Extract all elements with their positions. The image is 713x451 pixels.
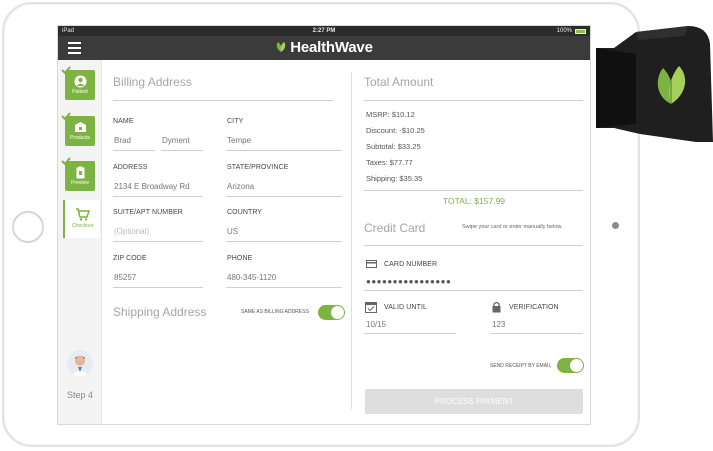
- step-label: Preview: [71, 180, 89, 186]
- credit-card-icon: [366, 260, 377, 268]
- zip-field[interactable]: 85257: [114, 273, 136, 282]
- toggle-knob: [570, 359, 583, 372]
- city-field[interactable]: Tempe: [227, 136, 251, 145]
- state-label: STATE/PROVINCE: [227, 164, 289, 171]
- person-icon: [74, 75, 86, 88]
- brand-name: HealthWave: [290, 39, 373, 56]
- phone-field[interactable]: 480-345-1120: [227, 273, 276, 282]
- divider: [364, 245, 583, 246]
- shipping-line: Shipping: $35.35: [366, 174, 423, 183]
- step-indicator: Step 4: [66, 390, 94, 400]
- credit-card-title: Credit Card: [364, 221, 426, 235]
- total-amount-title: Total Amount: [364, 75, 434, 89]
- city-label: CITY: [227, 118, 244, 125]
- step-label: Products: [70, 135, 90, 141]
- send-receipt-label: SEND RECEIPT BY EMAIL: [490, 363, 552, 369]
- process-payment-button[interactable]: PROCESS PAYMENT: [365, 389, 583, 414]
- billing-title: Billing Address: [113, 75, 192, 89]
- first-name-field[interactable]: Brad: [114, 136, 131, 145]
- column-divider: [351, 72, 352, 409]
- msrp-line: MSRP: $10.12: [366, 110, 415, 119]
- home-button[interactable]: [12, 211, 44, 243]
- country-field[interactable]: US: [227, 227, 238, 236]
- same-as-billing-label: SAME AS BILLING ADDRESS: [241, 309, 309, 315]
- clipboard-icon: [76, 166, 84, 179]
- cart-icon: [76, 208, 90, 221]
- verification-label: VERIFICATION: [509, 304, 559, 311]
- suite-field[interactable]: (Optional): [114, 227, 149, 236]
- subtotal-line: Subtotal: $33.25: [366, 142, 421, 151]
- step-checkout[interactable]: Checkout: [63, 200, 100, 238]
- divider: [364, 190, 583, 191]
- step-products[interactable]: Products: [61, 112, 95, 146]
- calendar-icon: [365, 302, 377, 313]
- battery-icon: [575, 28, 586, 34]
- same-as-billing-toggle[interactable]: [318, 305, 345, 320]
- leaf-icon: [277, 42, 286, 52]
- app-screen: iPad 2:27 PM 100% HealthWave Patient Pro…: [57, 25, 591, 425]
- status-bar: iPad 2:27 PM 100%: [58, 26, 590, 36]
- battery-fill: [576, 29, 585, 33]
- country-label: COUNTRY: [227, 209, 263, 216]
- step-label: Patient: [72, 89, 88, 95]
- camera-dot: [612, 222, 619, 229]
- status-time: 2:27 PM: [312, 28, 336, 34]
- divider: [364, 100, 583, 101]
- step-preview[interactable]: Preview: [61, 157, 95, 191]
- brand-logo: HealthWave: [58, 40, 590, 56]
- shipping-title: Shipping Address: [113, 305, 207, 319]
- checkmark-icon: [61, 157, 71, 165]
- card-number-label: CARD NUMBER: [384, 261, 438, 268]
- checkmark-icon: [61, 112, 71, 120]
- card-number-field[interactable]: ●●●●●●●●●●●●●●●●: [366, 277, 451, 286]
- toggle-knob: [331, 306, 344, 319]
- box-icon: [74, 122, 86, 132]
- avatar[interactable]: [67, 350, 93, 376]
- taxes-line: Taxes: $77.77: [366, 158, 413, 167]
- doctor-avatar-icon: [67, 350, 93, 376]
- address-label: ADDRESS: [113, 164, 148, 171]
- stage: iPad 2:27 PM 100% HealthWave Patient Pro…: [0, 0, 713, 451]
- card-reader-icon: [596, 26, 713, 142]
- checkmark-icon: [61, 66, 71, 74]
- zip-label: ZIP CODE: [113, 255, 147, 262]
- step-label: Checkout: [71, 223, 94, 229]
- suite-label: SUITE/APT NUMBER: [113, 209, 183, 216]
- swipe-hint: Swipe your card or enter manually below.: [462, 224, 563, 230]
- name-label: NAME: [113, 118, 134, 125]
- steps-sidebar: Patient Products Preview Checkout Step 4: [58, 60, 102, 424]
- address-field[interactable]: 2134 E Broadway Rd: [114, 182, 190, 191]
- total-amount: TOTAL: $157.99: [442, 196, 506, 206]
- lock-icon: [492, 301, 501, 313]
- divider: [113, 100, 333, 101]
- app-header: HealthWave: [58, 36, 590, 60]
- verification-field[interactable]: 123: [492, 320, 505, 329]
- last-name-field[interactable]: Dyment: [162, 136, 190, 145]
- battery-percent: 100%: [556, 28, 572, 34]
- valid-until-label: VALID UNTIL: [384, 304, 427, 311]
- discount-line: Discount: -$10.25: [366, 126, 425, 135]
- state-field[interactable]: Arizona: [227, 182, 254, 191]
- step-patient[interactable]: Patient: [61, 66, 95, 100]
- send-receipt-toggle[interactable]: [557, 358, 584, 373]
- phone-label: PHONE: [227, 255, 253, 262]
- valid-until-field[interactable]: 10/15: [366, 320, 386, 329]
